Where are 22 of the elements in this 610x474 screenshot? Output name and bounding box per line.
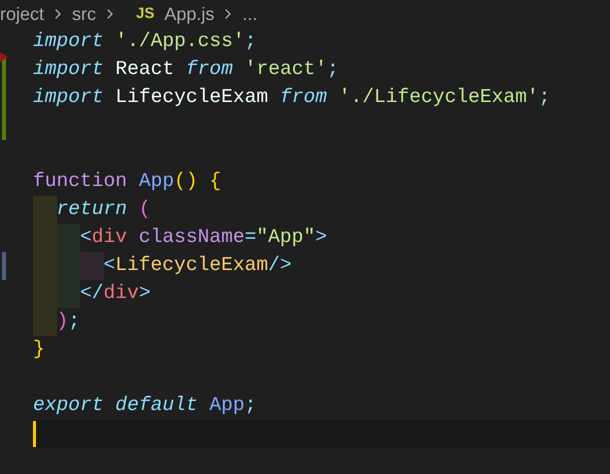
code-line: export default App; bbox=[33, 393, 256, 418]
code-line: ); bbox=[56, 309, 80, 334]
code-line: import LifecycleExam from './LifecycleExam'; bbox=[33, 85, 550, 110]
code-line: </div> bbox=[80, 281, 151, 306]
breadcrumb-item[interactable]: src bbox=[72, 0, 96, 28]
change-marker[interactable] bbox=[2, 112, 6, 140]
deleted-marker[interactable] bbox=[0, 52, 8, 62]
change-marker[interactable] bbox=[2, 84, 6, 112]
code-line: <div className="App"> bbox=[80, 225, 327, 250]
js-file-icon: JS bbox=[136, 2, 154, 26]
change-marker[interactable] bbox=[2, 252, 6, 280]
text-cursor bbox=[33, 421, 36, 447]
code-line: import React from 'react'; bbox=[33, 57, 339, 82]
code-line: <LifecycleExam/> bbox=[104, 253, 292, 278]
breadcrumb-item[interactable]: ... bbox=[242, 0, 258, 28]
breadcrumb-item[interactable]: roject bbox=[0, 0, 44, 28]
code-line: import './App.css'; bbox=[33, 29, 256, 54]
code-line: function App() { bbox=[33, 169, 222, 194]
code-line: } bbox=[33, 337, 45, 362]
change-marker[interactable] bbox=[2, 56, 6, 84]
code-line: return ( bbox=[56, 197, 151, 222]
breadcrumb-item[interactable]: App.js bbox=[164, 0, 214, 28]
